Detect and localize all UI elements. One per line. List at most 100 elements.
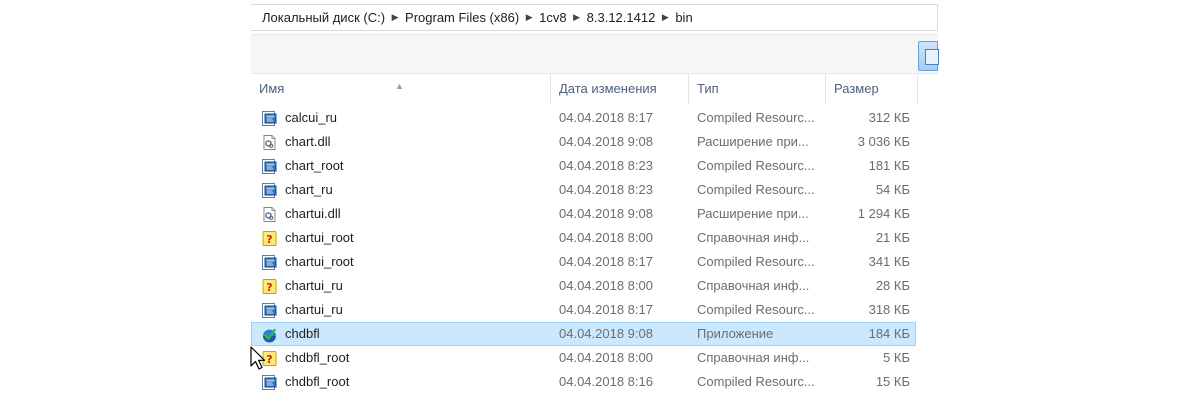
- file-date: 04.04.2018 9:08: [559, 326, 653, 341]
- file-row[interactable]: chart_root 04.04.2018 8:23 Compiled Resour…: [251, 154, 916, 178]
- resource-file-icon: [261, 374, 278, 391]
- preview-pane-toggle-icon[interactable]: [918, 41, 939, 71]
- file-name-cell: chartui_root: [261, 251, 551, 273]
- file-type: Compiled Resourc...: [697, 182, 815, 197]
- column-header-name[interactable]: Имя ▲: [251, 74, 551, 104]
- file-date: 04.04.2018 9:08: [559, 134, 653, 149]
- file-size: 28 КБ: [875, 278, 910, 293]
- breadcrumb-1cv8[interactable]: 1cv8: [539, 10, 566, 25]
- file-list: calcui_ru 04.04.2018 8:17 Compiled Resourc…: [251, 106, 916, 394]
- column-header-size-label: Размер: [834, 81, 879, 96]
- file-date: 04.04.2018 8:16: [559, 374, 653, 389]
- file-row[interactable]: calcui_ru 04.04.2018 8:17 Compiled Resourc…: [251, 106, 916, 130]
- file-name-cell: calcui_ru: [261, 107, 551, 129]
- resource-file-icon: [261, 254, 278, 271]
- file-row[interactable]: chdbfl_root 04.04.2018 8:16 Compiled Resou…: [251, 370, 916, 394]
- file-date: 04.04.2018 8:17: [559, 302, 653, 317]
- file-row[interactable]: chartui.dll 04.04.2018 9:08 Расширение при…: [251, 202, 916, 226]
- file-date: 04.04.2018 8:00: [559, 350, 653, 365]
- file-name-cell: ? chdbfl_root: [261, 347, 551, 369]
- file-name-cell: chartui.dll: [261, 203, 551, 225]
- file-size: 15 КБ: [875, 374, 910, 389]
- file-row[interactable]: chartui_root 04.04.2018 8:17 Compiled Reso…: [251, 250, 916, 274]
- column-header-name-label: Имя: [259, 81, 285, 96]
- file-type: Compiled Resourc...: [697, 254, 815, 269]
- file-name-cell: chdbfl_root: [261, 371, 551, 393]
- file-name-cell: chdbfl: [261, 323, 551, 345]
- file-name-cell: chart_ru: [261, 179, 551, 201]
- resource-file-icon: [261, 302, 278, 319]
- breadcrumb-local-disk[interactable]: Локальный диск (C:): [262, 10, 385, 25]
- chevron-right-icon[interactable]: ▶: [567, 12, 587, 23]
- chevron-right-icon[interactable]: ▶: [655, 12, 675, 23]
- file-name: chartui.dll: [285, 206, 341, 221]
- file-row[interactable]: chartui_ru 04.04.2018 8:17 Compiled Resour…: [251, 298, 916, 322]
- file-name-cell: chartui_ru: [261, 299, 551, 321]
- address-bar[interactable]: Локальный диск (C:) ▶ Program Files (x86…: [251, 4, 938, 31]
- file-row[interactable]: ? chdbfl_root 04.04.2018 8:00 Справочная ин…: [251, 346, 916, 370]
- file-type: Compiled Resourc...: [697, 374, 815, 389]
- file-row[interactable]: ? chartui_root 04.04.2018 8:00 Справочная и…: [251, 226, 916, 250]
- file-name: calcui_ru: [285, 110, 338, 125]
- column-header-date[interactable]: Дата изменения: [551, 74, 689, 104]
- file-type: Справочная инф...: [697, 230, 810, 245]
- file-size: 21 КБ: [875, 230, 910, 245]
- file-type: Приложение: [697, 326, 774, 341]
- chevron-right-icon[interactable]: ▶: [385, 12, 405, 23]
- file-name-cell: ? chartui_root: [261, 227, 551, 249]
- file-type: Compiled Resourc...: [697, 158, 815, 173]
- file-name: chart_ru: [285, 182, 333, 197]
- breadcrumb-bin[interactable]: bin: [675, 10, 692, 25]
- help-file-icon: ?: [261, 278, 278, 295]
- file-name: chartui_ru: [285, 278, 343, 293]
- file-name: chdbfl_root: [285, 374, 350, 389]
- toolbar: [251, 34, 939, 74]
- file-size: 341 КБ: [868, 254, 910, 269]
- file-date: 04.04.2018 8:17: [559, 254, 653, 269]
- file-type: Compiled Resourc...: [697, 110, 815, 125]
- file-size: 318 КБ: [868, 302, 910, 317]
- breadcrumb-program-files[interactable]: Program Files (x86): [405, 10, 519, 25]
- file-name: chartui_ru: [285, 302, 343, 317]
- dll-file-icon: [261, 134, 278, 151]
- file-name: chart_root: [285, 158, 344, 173]
- file-date: 04.04.2018 8:23: [559, 182, 653, 197]
- file-name-cell: chart_root: [261, 155, 551, 177]
- file-date: 04.04.2018 8:00: [559, 230, 653, 245]
- file-size: 184 КБ: [868, 326, 910, 341]
- file-name: chartui_root: [285, 254, 354, 269]
- file-name-cell: ? chartui_ru: [261, 275, 551, 297]
- svg-text:?: ?: [266, 233, 272, 246]
- file-date: 04.04.2018 8:17: [559, 110, 653, 125]
- file-name: chdbfl_root: [285, 350, 350, 365]
- file-explorer-window: Локальный диск (C:) ▶ Program Files (x86…: [0, 0, 1200, 406]
- file-size: 5 КБ: [883, 350, 910, 365]
- file-size: 312 КБ: [868, 110, 910, 125]
- file-name-cell: chart.dll: [261, 131, 551, 153]
- breadcrumb-version[interactable]: 8.3.12.1412: [587, 10, 656, 25]
- resource-file-icon: [261, 182, 278, 199]
- svg-text:?: ?: [266, 281, 272, 294]
- file-row[interactable]: chart_ru 04.04.2018 8:23 Compiled Resourc.…: [251, 178, 916, 202]
- file-name: chart.dll: [285, 134, 331, 149]
- column-header-date-label: Дата изменения: [559, 81, 657, 96]
- sort-ascending-icon: ▲: [395, 81, 404, 91]
- mouse-cursor-icon: [250, 346, 266, 370]
- file-size: 54 КБ: [875, 182, 910, 197]
- file-row[interactable]: chdbfl 04.04.2018 9:08 Приложение 184 КБ: [251, 322, 916, 346]
- file-type: Справочная инф...: [697, 278, 810, 293]
- file-row[interactable]: chart.dll 04.04.2018 9:08 Расширение при..…: [251, 130, 916, 154]
- column-header-size[interactable]: Размер: [826, 74, 918, 104]
- column-header-type-label: Тип: [697, 81, 719, 96]
- column-header-type[interactable]: Тип: [689, 74, 826, 104]
- chevron-right-icon[interactable]: ▶: [519, 12, 539, 23]
- file-name: chdbfl: [285, 326, 320, 341]
- file-size: 181 КБ: [868, 158, 910, 173]
- file-type: Справочная инф...: [697, 350, 810, 365]
- file-row[interactable]: ? chartui_ru 04.04.2018 8:00 Справочная инф…: [251, 274, 916, 298]
- dll-file-icon: [261, 206, 278, 223]
- file-size: 3 036 КБ: [857, 134, 910, 149]
- file-date: 04.04.2018 8:00: [559, 278, 653, 293]
- resource-file-icon: [261, 158, 278, 175]
- file-type: Compiled Resourc...: [697, 302, 815, 317]
